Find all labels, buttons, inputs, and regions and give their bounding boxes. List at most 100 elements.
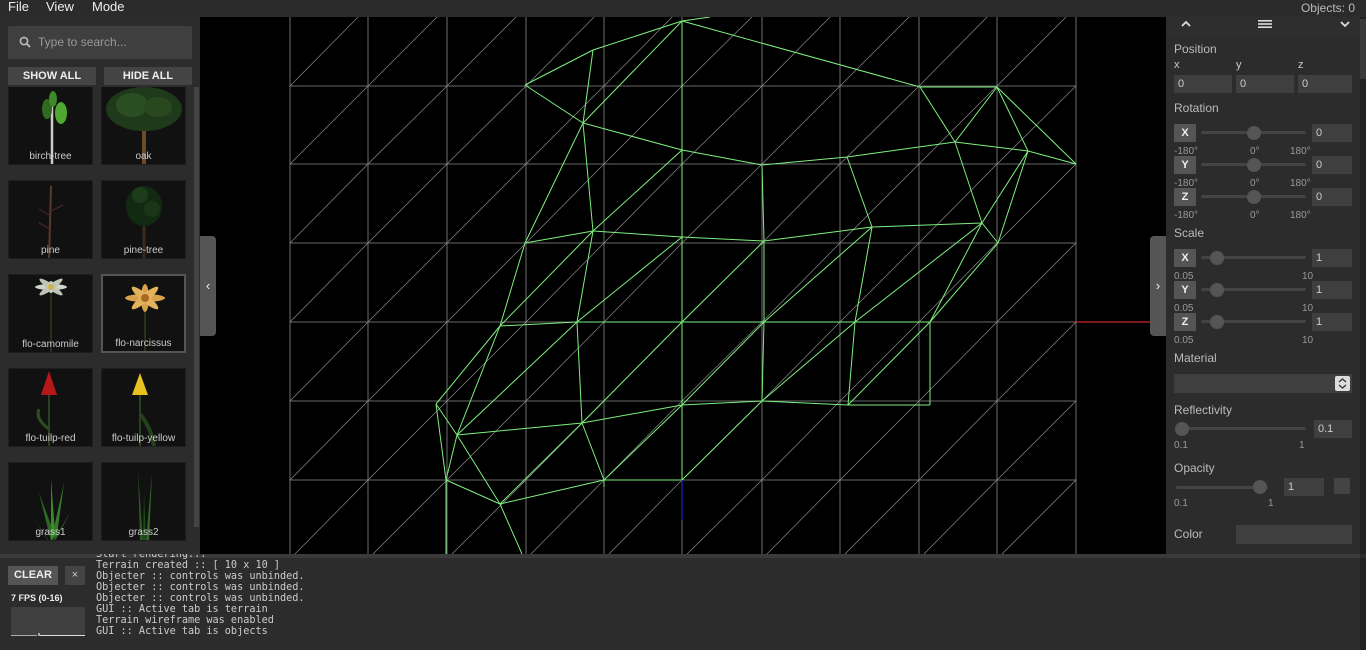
object-tile-pine[interactable]: pine [8,180,93,259]
opacity-max-label: 1 [1268,498,1274,509]
color-input[interactable] [1236,525,1352,544]
grid-line-diagonal [603,242,683,323]
rotation-z-slider-handle[interactable] [1246,190,1261,204]
terrain-mesh-edge [763,226,873,242]
grid-line-diagonal [681,163,763,244]
hamburger-icon[interactable] [1258,18,1272,33]
rotation-y-input[interactable] [1312,156,1352,174]
object-grid-scrollbar[interactable] [194,87,199,527]
scale-z-slider-handle[interactable] [1210,315,1225,329]
rotation-z-button[interactable]: Z [1174,188,1196,206]
object-tile-flo-narcissus[interactable]: flo-narcissus [101,274,186,353]
terrain-mesh-edge [681,149,763,166]
grid-line-diagonal [367,85,448,165]
chevron-up-icon[interactable] [1180,18,1192,33]
hide-all-button[interactable]: HIDE ALL [104,67,192,85]
rotation-y-button[interactable]: Y [1174,156,1196,174]
terrain-mesh-edge [681,236,765,242]
object-tile-grass2[interactable]: grass2 [101,462,186,541]
object-tile-flo-tuilp-red[interactable]: flo-tuilp-red [8,368,93,447]
scale-z-input[interactable] [1312,313,1352,331]
rotation-x-slider-handle[interactable] [1246,126,1261,140]
show-all-button[interactable]: SHOW ALL [8,67,96,85]
right-panel-collapse-button[interactable]: › [1150,236,1166,336]
menu-view[interactable]: View [46,0,74,14]
chevron-left-icon: ‹ [205,278,211,293]
rotation-x-input[interactable] [1312,124,1352,142]
reflectivity-max-label: 1 [1299,440,1305,451]
menu-file[interactable]: File [8,0,29,14]
terrain-mesh-edge [582,20,683,124]
rotation-max-label: 180° [1290,210,1311,221]
console-scrollbar[interactable] [1360,558,1366,650]
scale-z-button[interactable]: Z [1174,313,1196,331]
object-grid: birch-tree oak pine pine-tree flo-camomile fl… [0,87,192,554]
object-tile-flo-camomile[interactable]: flo-camomile [8,274,93,353]
clear-button[interactable]: CLEAR [8,566,58,585]
object-tile-pine-tree[interactable]: pine-tree [101,180,186,259]
close-console-button[interactable]: × [65,566,85,585]
rotation-y-slider-handle[interactable] [1246,158,1261,172]
position-z-input[interactable] [1298,75,1352,93]
reflectivity-slider-handle[interactable] [1175,422,1189,436]
grid-line-diagonal [996,321,1077,402]
search-input[interactable] [38,32,188,52]
console-log-line: Terrain created :: [ 10 x 10 ] [96,560,281,571]
terrain-mesh-edge [456,434,501,505]
scale-y-slider-handle[interactable] [1210,283,1225,297]
terrain-mesh-edge [929,222,983,323]
scale-y-input[interactable] [1312,281,1352,299]
terrain-mesh-edge [582,122,683,151]
scale-x-button[interactable]: X [1174,249,1196,267]
chevron-right-icon: › [1155,278,1161,293]
grid-line-diagonal [996,479,1077,560]
menu-mode[interactable]: Mode [92,0,125,14]
opacity-input[interactable] [1284,478,1324,496]
console-log: Start rendering... Terrain created :: [ 1… [96,554,896,650]
grid-line-diagonal [367,400,448,481]
grid-line-diagonal [918,400,998,481]
rotation-mid-label: 0° [1250,146,1260,157]
terrain-mesh-edge [954,141,983,224]
grid-line-diagonal [446,400,527,481]
object-tile-label: flo-narcissus [115,338,172,349]
grid-line-diagonal [761,85,841,165]
scale-y-button[interactable]: Y [1174,281,1196,299]
terrain-mesh-edge [871,222,983,228]
scale-title: Scale [1174,226,1205,240]
grid-line-diagonal [761,242,841,323]
scale-x-input[interactable] [1312,249,1352,267]
rotation-x-button[interactable]: X [1174,124,1196,142]
reflectivity-slider-track[interactable] [1176,427,1306,430]
position-x-label: x [1174,59,1180,71]
terrain-mesh-edge [582,49,594,124]
chevron-down-icon[interactable] [1339,18,1351,33]
3d-viewport[interactable] [200,6,1166,560]
grid-line-diagonal [289,6,369,87]
position-y-input[interactable] [1236,75,1294,93]
object-tile-grass1[interactable]: grass1 [8,462,93,541]
terrain-mesh-edge [581,422,605,481]
object-tile-oak[interactable]: oak [101,87,186,165]
opacity-slider-handle[interactable] [1253,480,1267,494]
properties-toolbar [1166,17,1360,36]
material-select[interactable] [1174,374,1352,393]
position-x-input[interactable] [1174,75,1232,93]
rotation-mid-label: 0° [1250,178,1260,189]
opacity-checkbox[interactable] [1334,478,1350,494]
terrain-mesh-edge [761,321,856,402]
rotation-z-input[interactable] [1312,188,1352,206]
scale-x-slider-handle[interactable] [1210,251,1225,265]
terrain-mesh-edge [435,325,501,405]
grid-line-diagonal [289,321,369,402]
object-tile-birch-tree[interactable]: birch-tree [8,87,93,165]
properties-scrollbar[interactable] [1360,17,1366,554]
object-tile-label: grass2 [128,527,159,538]
grid-line-diagonal [761,6,841,87]
terrain-mesh-edge [996,86,1029,152]
left-panel-collapse-button[interactable]: ‹ [200,236,216,336]
reflectivity-input[interactable] [1314,420,1352,438]
terrain-mesh-edge [681,400,763,481]
object-tile-flo-tuilp-yellow[interactable]: flo-tuilp-yellow [101,368,186,447]
terrain-mesh-edge [499,479,605,505]
